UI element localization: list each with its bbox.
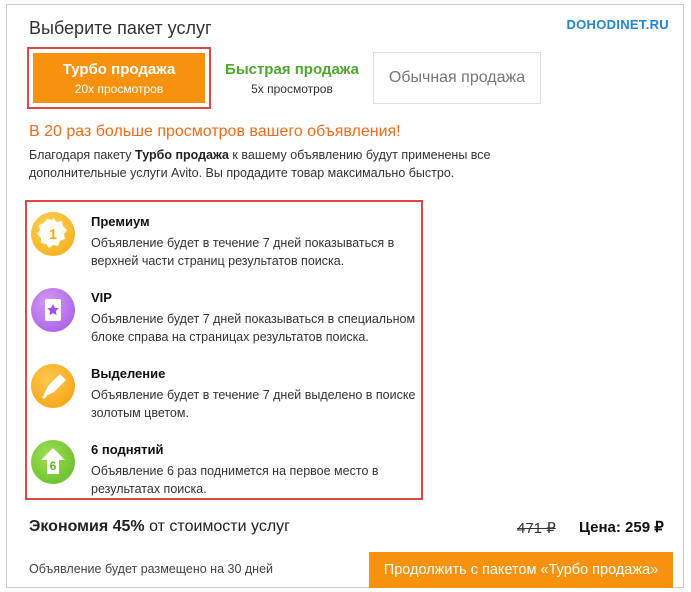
bump-glyph: 6 — [50, 459, 57, 473]
vip-star-card-icon — [31, 288, 75, 332]
savings-summary: Экономия 45% от стоимости услуг — [29, 518, 290, 536]
tab-fast-sale[interactable]: Быстрая продажа 5x просмотров — [211, 52, 373, 104]
old-price: 471 ₽ — [517, 520, 556, 537]
feature-text: Объявление будет 7 дней показываться в с… — [91, 312, 416, 344]
feature-title: Премиум — [91, 214, 150, 229]
medal-1-icon: 1 — [31, 212, 75, 256]
feature-title: VIP — [91, 290, 112, 305]
continue-with-package-button[interactable]: Продолжить с пакетом «Турбо продажа» — [369, 552, 673, 588]
page-title: Выберите пакет услуг — [29, 18, 212, 38]
tab-normal-sale-label: Обычная продажа — [388, 69, 526, 86]
arrow-up-6-icon: 6 — [31, 440, 75, 484]
package-description: Благодаря пакету Турбо продажа к вашему … — [29, 146, 509, 182]
tab-fast-sale-sub: 5x просмотров — [251, 81, 333, 96]
features-list: 1 Премиум Объявление будет в течение 7 д… — [25, 200, 423, 500]
price: Цена: 259 ₽ — [579, 519, 664, 536]
feature-text: Объявление будет в течение 7 дней выделе… — [91, 388, 416, 420]
tab-normal-sale[interactable]: Обычная продажа — [373, 52, 541, 104]
tab-turbo-sale-sub: 20x просмотров — [74, 81, 164, 96]
feature-vip: VIP Объявление будет 7 дней показываться… — [31, 284, 416, 350]
feature-title: 6 поднятий — [91, 442, 164, 457]
feature-bumps: 6 6 поднятий Объявление 6 раз поднимется… — [31, 436, 416, 502]
watermark: DOHODINET.RU — [566, 17, 669, 32]
feature-premium: 1 Премиум Объявление будет в течение 7 д… — [31, 208, 416, 274]
tab-turbo-sale-label: Турбо продажа — [62, 60, 176, 78]
selected-tab-highlight: Турбо продажа 20x просмотров — [27, 47, 211, 109]
feature-text: Объявление 6 раз поднимется на первое ме… — [91, 464, 379, 496]
feature-text: Объявление будет в течение 7 дней показы… — [91, 236, 395, 268]
package-selection-panel: DOHODINET.RU Выберите пакет услуг Турбо … — [6, 4, 684, 588]
tab-fast-sale-label: Быстрая продажа — [225, 60, 359, 78]
feature-highlight: Выделение Объявление будет в течение 7 д… — [31, 360, 416, 426]
savings-rest: от стоимости услуг — [144, 518, 291, 535]
medal-glyph: 1 — [49, 226, 57, 242]
highlighter-icon — [31, 364, 75, 408]
package-tabs: Турбо продажа 20x просмотров Быстрая про… — [27, 47, 541, 109]
description-bold: Турбо продажа — [135, 148, 229, 162]
savings-percent: Экономия 45% — [29, 518, 145, 535]
feature-title: Выделение — [91, 366, 166, 381]
tab-turbo-sale[interactable]: Турбо продажа 20x просмотров — [33, 53, 205, 103]
package-headline: В 20 раз больше просмотров вашего объявл… — [29, 123, 401, 140]
description-before: Благодаря пакету — [29, 148, 136, 162]
placement-duration-note: Объявление будет размещено на 30 дней — [29, 562, 274, 576]
